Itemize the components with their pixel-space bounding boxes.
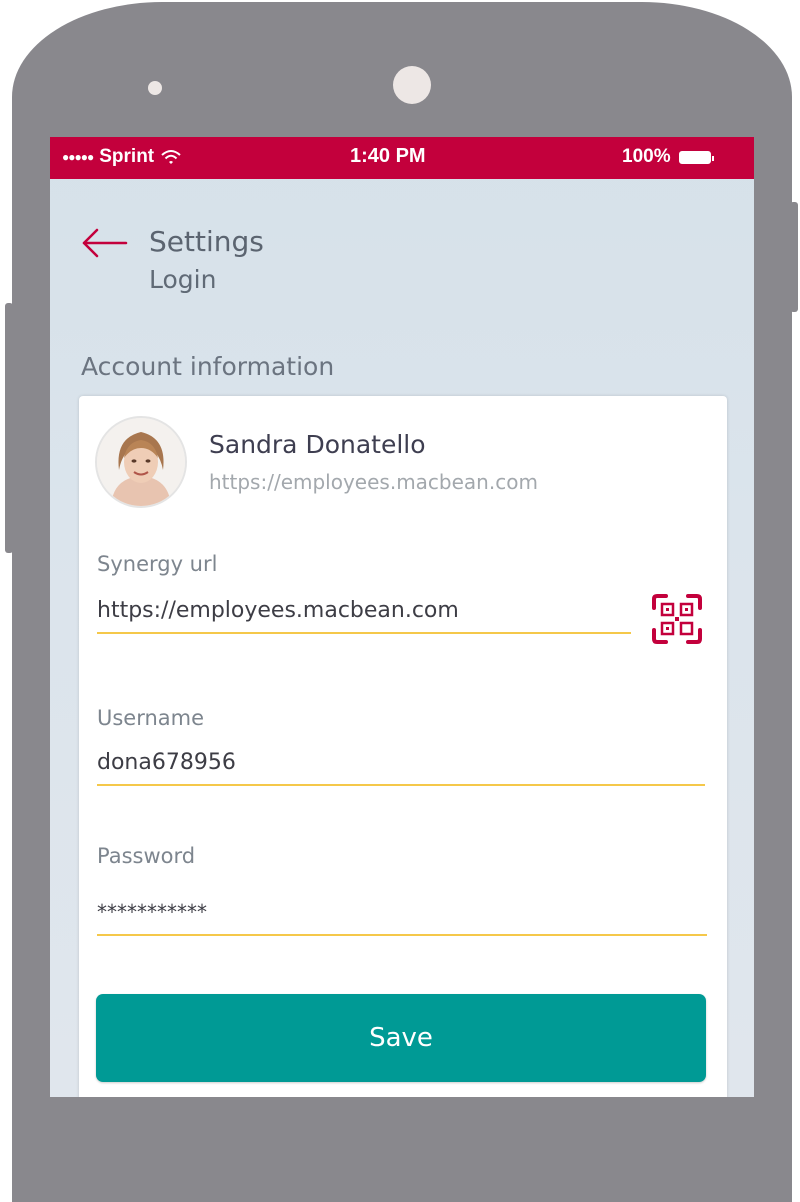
username-label: Username bbox=[97, 706, 205, 730]
carrier-name: Sprint bbox=[99, 146, 155, 167]
synergy-url-label: Synergy url bbox=[97, 552, 218, 576]
carrier-info: ●●●●● Sprint bbox=[62, 146, 182, 168]
app-screen: ●●●●● Sprint 1:40 PM 100% Settings Login… bbox=[50, 137, 754, 1097]
password-input[interactable] bbox=[97, 890, 707, 936]
account-card: Sandra Donatello https://employees.macbe… bbox=[79, 396, 727, 1097]
battery-icon bbox=[678, 150, 714, 164]
status-bar: ●●●●● Sprint 1:40 PM 100% bbox=[50, 137, 754, 179]
front-camera bbox=[393, 66, 431, 104]
battery-status: 100% bbox=[622, 146, 714, 168]
page-subtitle: Login bbox=[149, 265, 217, 294]
proximity-sensor bbox=[148, 81, 162, 95]
username-input[interactable] bbox=[97, 740, 705, 786]
profile-name: Sandra Donatello bbox=[209, 430, 426, 459]
avatar bbox=[95, 416, 187, 508]
qr-code-icon[interactable] bbox=[651, 593, 703, 645]
battery-percent: 100% bbox=[622, 146, 671, 167]
synergy-url-input[interactable] bbox=[97, 588, 631, 634]
password-label: Password bbox=[97, 844, 196, 868]
section-label: Account information bbox=[81, 352, 335, 381]
wifi-icon bbox=[161, 150, 181, 164]
profile-photo bbox=[97, 418, 185, 506]
arrow-left-icon[interactable] bbox=[80, 225, 130, 261]
page-title: Settings bbox=[149, 225, 264, 258]
signal-dots: ●●●●● bbox=[62, 150, 94, 164]
save-button[interactable]: Save bbox=[96, 994, 706, 1082]
clock: 1:40 PM bbox=[350, 145, 426, 167]
profile-url: https://employees.macbean.com bbox=[209, 470, 538, 494]
